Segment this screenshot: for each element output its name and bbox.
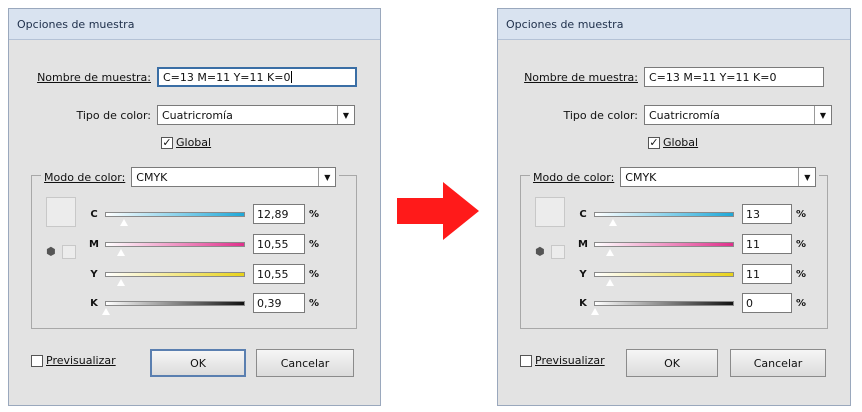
dropdown-arrow-icon: ▼	[318, 168, 335, 186]
magenta-slider-thumb[interactable]	[116, 247, 127, 256]
cyan-slider-track[interactable]	[594, 211, 734, 226]
color-mode-select[interactable]: CMYK ▼	[620, 167, 817, 187]
cyan-slider-thumb[interactable]	[119, 217, 130, 226]
color-mode-value: CMYK	[625, 170, 657, 184]
yellow-value-input[interactable]: 10,55	[253, 264, 305, 284]
cyan-value-input[interactable]: 12,89	[253, 204, 305, 224]
black-slider-track[interactable]	[590, 300, 734, 315]
percent-sign: %	[309, 238, 320, 250]
cancel-button[interactable]: Cancelar	[730, 349, 826, 377]
global-checkbox[interactable]: ✓ Global	[161, 136, 211, 149]
color-preview-swatch	[535, 197, 565, 227]
out-of-gamut-swatch	[62, 245, 76, 259]
percent-sign: %	[796, 268, 807, 280]
global-label: Global	[176, 136, 212, 149]
yellow-slider-track[interactable]	[105, 271, 245, 286]
color-type-select[interactable]: Cuatricromía ▼	[157, 105, 355, 125]
yellow-channel-label: Y	[579, 268, 587, 280]
black-slider-thumb[interactable]	[101, 306, 111, 315]
color-type-value: Cuatricromía	[162, 108, 233, 122]
cyan-slider-row: C 12,89 %	[87, 204, 320, 226]
cyan-slider-track[interactable]	[105, 211, 245, 226]
cyan-channel-label: C	[579, 208, 587, 220]
color-type-select[interactable]: Cuatricromía ▼	[644, 105, 832, 125]
swatch-name-value: C=13 M=11 Y=11 K=0	[163, 70, 291, 84]
black-value-input[interactable]: 0,39	[253, 293, 305, 313]
percent-sign: %	[796, 238, 807, 250]
global-label: Global	[663, 136, 699, 149]
swatch-name-label: Nombre de muestra:	[524, 70, 638, 84]
color-mode-select[interactable]: CMYK ▼	[131, 167, 337, 187]
swatch-options-dialog-after: Opciones de muestra Nombre de muestra: C…	[497, 8, 851, 406]
swatch-name-input[interactable]: C=13 M=11 Y=11 K=0	[644, 67, 824, 87]
color-type-label: Tipo de color:	[76, 108, 152, 122]
dropdown-arrow-icon: ▼	[798, 168, 815, 186]
magenta-value-input[interactable]: 11	[742, 234, 792, 254]
right-arrow-icon	[397, 182, 479, 240]
black-value-input[interactable]: 0	[742, 293, 792, 313]
black-slider-track[interactable]	[101, 300, 245, 315]
checkmark-icon: ✓	[648, 135, 660, 149]
yellow-value-input[interactable]: 11	[742, 264, 792, 284]
percent-sign: %	[796, 297, 807, 309]
color-mode-value: CMYK	[136, 170, 168, 184]
cyan-value-input[interactable]: 13	[742, 204, 792, 224]
magenta-slider-row: M 11 %	[576, 234, 807, 256]
checkmark-icon: ✓	[161, 135, 173, 149]
magenta-channel-label: M	[578, 238, 588, 250]
preview-checkbox[interactable]: Previsualizar	[31, 354, 116, 367]
global-checkbox[interactable]: ✓ Global	[648, 136, 698, 149]
black-slider-thumb[interactable]	[590, 306, 600, 315]
yellow-slider-track[interactable]	[594, 271, 734, 286]
yellow-slider-row: Y 11 %	[576, 264, 807, 286]
color-mode-label: Modo de color:	[533, 170, 615, 184]
magenta-value-input[interactable]: 10,55	[253, 234, 305, 254]
out-of-gamut-swatch	[551, 245, 565, 259]
black-slider-row: K 0 %	[576, 293, 807, 315]
cyan-slider-thumb[interactable]	[608, 217, 619, 226]
magenta-slider-track[interactable]	[105, 241, 245, 256]
dropdown-arrow-icon: ▼	[814, 106, 831, 124]
dialog-title: Opciones de muestra	[9, 9, 380, 40]
ok-button[interactable]: OK	[626, 349, 718, 377]
percent-sign: %	[309, 268, 320, 280]
cyan-channel-label: C	[90, 208, 98, 220]
black-slider-row: K 0,39 %	[87, 293, 320, 315]
color-type-value: Cuatricromía	[649, 108, 720, 122]
yellow-channel-label: Y	[90, 268, 98, 280]
gamut-cube-icon: ⬢	[535, 245, 545, 258]
magenta-channel-label: M	[89, 238, 99, 250]
color-mode-label: Modo de color:	[44, 170, 126, 184]
color-preview-swatch	[46, 197, 76, 227]
dropdown-arrow-icon: ▼	[337, 106, 354, 124]
magenta-slider-track[interactable]	[594, 241, 734, 256]
yellow-slider-row: Y 10,55 %	[87, 264, 320, 286]
checkbox-box	[520, 354, 532, 367]
swatch-name-input[interactable]: C=13 M=11 Y=11 K=0	[157, 67, 357, 87]
gamut-cube-icon: ⬢	[46, 245, 56, 258]
magenta-slider-row: M 10,55 %	[87, 234, 320, 256]
swatch-options-dialog-before: Opciones de muestra Nombre de muestra: C…	[8, 8, 381, 406]
swatch-name-label: Nombre de muestra:	[37, 70, 151, 84]
preview-checkbox[interactable]: Previsualizar	[520, 354, 605, 367]
color-type-label: Tipo de color:	[563, 108, 639, 122]
magenta-slider-thumb[interactable]	[605, 247, 616, 256]
preview-label: Previsualizar	[535, 354, 605, 367]
ok-button[interactable]: OK	[150, 349, 246, 377]
yellow-slider-thumb[interactable]	[116, 277, 127, 286]
swatch-name-value: C=13 M=11 Y=11 K=0	[649, 70, 777, 84]
yellow-slider-thumb[interactable]	[605, 277, 616, 286]
percent-sign: %	[309, 297, 320, 309]
checkbox-box	[31, 354, 43, 367]
percent-sign: %	[796, 208, 807, 220]
black-channel-label: K	[90, 297, 98, 309]
percent-sign: %	[309, 208, 320, 220]
cancel-button[interactable]: Cancelar	[256, 349, 354, 377]
preview-label: Previsualizar	[46, 354, 116, 367]
dialog-title: Opciones de muestra	[498, 9, 850, 40]
cyan-slider-row: C 13 %	[576, 204, 807, 226]
black-channel-label: K	[579, 297, 587, 309]
